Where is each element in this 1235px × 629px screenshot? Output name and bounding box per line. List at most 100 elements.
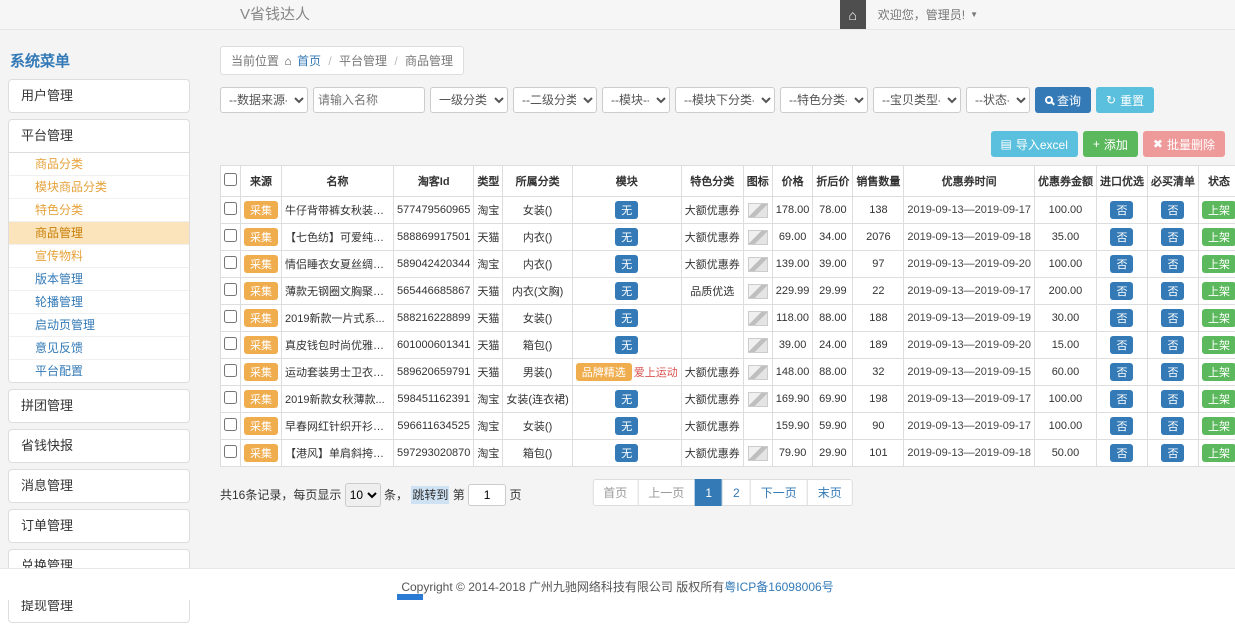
filter-select-4[interactable]: --模块下分类-- [675, 87, 775, 113]
must-buy-toggle[interactable]: 否 [1161, 309, 1184, 327]
icp-link[interactable]: 粤ICP备16098006号 [724, 580, 833, 594]
status-badge[interactable]: 上架 [1202, 363, 1235, 381]
import-select-toggle[interactable]: 否 [1110, 417, 1133, 435]
row-checkbox[interactable] [224, 445, 237, 458]
per-page-select[interactable]: 10 [345, 483, 381, 507]
import-select-toggle[interactable]: 否 [1110, 390, 1133, 408]
source-cell: 采集 [241, 278, 282, 305]
row-checkbox[interactable] [224, 418, 237, 431]
submenu-item[interactable]: 宣传物料 [9, 245, 189, 268]
filter-select-3[interactable]: --模块-- [602, 87, 670, 113]
user-dropdown[interactable]: 欢迎您，管理员! ▼ [866, 0, 990, 29]
must-buy-toggle[interactable]: 否 [1161, 201, 1184, 219]
submenu-item[interactable]: 平台配置 [9, 360, 189, 382]
import-select-toggle[interactable]: 否 [1110, 309, 1133, 327]
page-button-1[interactable]: 1 [694, 479, 723, 506]
sidebar-item[interactable]: 订单管理 [9, 510, 189, 542]
image-cell [743, 224, 772, 251]
price: 148.00 [772, 359, 813, 386]
status-badge[interactable]: 上架 [1202, 309, 1235, 327]
tao-id: 565446685867 [394, 278, 474, 305]
filter-select-6[interactable]: --宝贝类型-- [873, 87, 961, 113]
row-checkbox[interactable] [224, 256, 237, 269]
import-select-toggle[interactable]: 否 [1110, 201, 1133, 219]
sidebar-item[interactable]: 拼团管理 [9, 390, 189, 422]
discount-price: 69.90 [813, 386, 853, 413]
filter-select-7[interactable]: --状态-- [966, 87, 1030, 113]
row-checkbox[interactable] [224, 337, 237, 350]
sidebar-submenu: 商品分类模块商品分类特色分类商品管理宣传物料版本管理轮播管理启动页管理意见反馈平… [9, 152, 189, 382]
submenu-item[interactable]: 意见反馈 [9, 337, 189, 360]
import-excel-button[interactable]: ▤ 导入excel [991, 131, 1078, 157]
batch-delete-button[interactable]: ✖ 批量删除 [1143, 131, 1225, 157]
filter-select-0[interactable]: --数据来源-- [220, 87, 308, 113]
search-button[interactable]: 查询 [1035, 87, 1091, 113]
reset-button[interactable]: ↻ 重置 [1096, 87, 1154, 113]
import-select-cell: 否 [1096, 332, 1147, 359]
breadcrumb-home-link[interactable]: 首页 [297, 54, 321, 68]
submenu-item[interactable]: 商品分类 [9, 153, 189, 176]
status-badge[interactable]: 上架 [1202, 444, 1235, 462]
page-jump-input[interactable] [468, 484, 506, 506]
image-cell [743, 386, 772, 413]
sidebar-item[interactable]: 消息管理 [9, 470, 189, 502]
import-select-cell: 否 [1096, 440, 1147, 467]
must-buy-toggle[interactable]: 否 [1161, 282, 1184, 300]
status-badge[interactable]: 上架 [1202, 390, 1235, 408]
status-badge[interactable]: 上架 [1202, 201, 1235, 219]
submenu-item[interactable]: 特色分类 [9, 199, 189, 222]
import-select-toggle[interactable]: 否 [1110, 282, 1133, 300]
import-select-toggle[interactable]: 否 [1110, 336, 1133, 354]
select-all-checkbox[interactable] [224, 173, 237, 186]
row-checkbox[interactable] [224, 202, 237, 215]
filter-select-5[interactable]: --特色分类-- [780, 87, 868, 113]
submenu-item[interactable]: 版本管理 [9, 268, 189, 291]
page-button-下一页[interactable]: 下一页 [750, 479, 808, 506]
row-checkbox[interactable] [224, 364, 237, 377]
row-checkbox[interactable] [224, 283, 237, 296]
page-button-末页[interactable]: 末页 [807, 479, 853, 506]
name-search-input[interactable] [313, 87, 425, 113]
source-cell: 采集 [241, 332, 282, 359]
status-badge[interactable]: 上架 [1202, 228, 1235, 246]
add-button[interactable]: + 添加 [1083, 131, 1138, 157]
submenu-item[interactable]: 商品管理 [9, 222, 189, 245]
import-select-cell: 否 [1096, 197, 1147, 224]
must-buy-toggle[interactable]: 否 [1161, 336, 1184, 354]
sidebar-title: 系统菜单 [8, 38, 190, 79]
row-checkbox[interactable] [224, 391, 237, 404]
page-button-首页[interactable]: 首页 [592, 479, 638, 506]
sidebar-item[interactable]: 省钱快报 [9, 430, 189, 462]
filter-select-2[interactable]: --二级分类-- [513, 87, 597, 113]
sidebar-item[interactable]: 用户管理 [9, 80, 189, 112]
must-buy-toggle[interactable]: 否 [1161, 444, 1184, 462]
coupon-amount: 100.00 [1034, 413, 1096, 440]
must-buy-toggle[interactable]: 否 [1161, 255, 1184, 273]
must-buy-toggle[interactable]: 否 [1161, 390, 1184, 408]
must-buy-toggle[interactable]: 否 [1161, 228, 1184, 246]
import-select-toggle[interactable]: 否 [1110, 228, 1133, 246]
must-buy-toggle[interactable]: 否 [1161, 363, 1184, 381]
submenu-item[interactable]: 启动页管理 [9, 314, 189, 337]
import-select-toggle[interactable]: 否 [1110, 444, 1133, 462]
filter-select-1[interactable]: 一级分类 [430, 87, 508, 113]
tao-id: 577479560965 [394, 197, 474, 224]
row-checkbox[interactable] [224, 229, 237, 242]
row-checkbox[interactable] [224, 310, 237, 323]
status-badge[interactable]: 上架 [1202, 417, 1235, 435]
page-button-2[interactable]: 2 [722, 479, 751, 506]
submenu-item[interactable]: 模块商品分类 [9, 176, 189, 199]
must-buy-toggle[interactable]: 否 [1161, 417, 1184, 435]
page-button-上一页[interactable]: 上一页 [637, 479, 695, 506]
column-header: 价格 [772, 166, 813, 197]
import-select-toggle[interactable]: 否 [1110, 363, 1133, 381]
status-badge[interactable]: 上架 [1202, 282, 1235, 300]
submenu-item[interactable]: 轮播管理 [9, 291, 189, 314]
status-badge[interactable]: 上架 [1202, 255, 1235, 273]
product-name: 2019新款女秋薄款... [282, 386, 394, 413]
home-button[interactable]: ⌂ [840, 0, 866, 29]
sidebar-item[interactable]: 平台管理 [9, 120, 189, 152]
status-badge[interactable]: 上架 [1202, 336, 1235, 354]
must-buy-cell: 否 [1147, 224, 1198, 251]
import-select-toggle[interactable]: 否 [1110, 255, 1133, 273]
